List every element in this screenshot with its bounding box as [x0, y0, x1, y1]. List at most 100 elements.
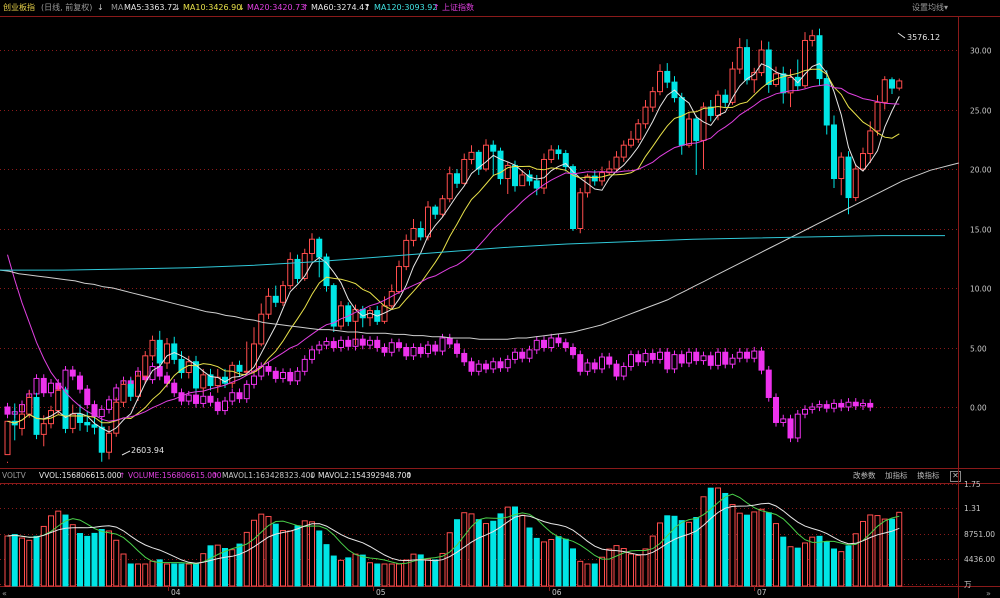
candle-body	[678, 97, 685, 146]
ref-candle	[345, 339, 352, 347]
candle-body	[896, 80, 903, 89]
price-tick-label: 15.00	[970, 226, 992, 235]
volume-bar	[533, 537, 540, 587]
candle-body	[200, 374, 207, 389]
ref-candle	[744, 351, 750, 359]
candle-body	[809, 35, 816, 41]
ref-candle	[867, 402, 874, 408]
candle-body	[722, 94, 729, 103]
volume-tick-label: 1.31	[964, 504, 981, 513]
candle-body	[280, 285, 286, 303]
volume-bar	[294, 525, 301, 587]
candle-body	[461, 158, 468, 184]
volume-bar	[222, 548, 228, 587]
volume-bar	[338, 559, 344, 587]
ref-candle	[533, 339, 540, 351]
candle-body	[388, 291, 395, 307]
ref-candle	[577, 354, 584, 372]
price-tick-label: 25.00	[970, 107, 992, 116]
scroll-right-icon[interactable]: »	[986, 589, 991, 598]
low-annotation: 2603.94	[121, 446, 164, 456]
volume-bar	[127, 563, 134, 587]
volume-tick-label: 万	[964, 580, 972, 589]
volume-bar	[707, 487, 714, 587]
price-tick-label: 10.00	[970, 285, 992, 294]
ref-candle	[794, 413, 801, 439]
candle-body	[265, 295, 272, 315]
volume-bar	[802, 542, 808, 587]
candle-body	[301, 252, 308, 279]
ref-candle	[4, 406, 11, 415]
volume-bar	[149, 560, 156, 587]
volume-bar	[577, 560, 584, 587]
ref-candle	[497, 361, 504, 369]
ref-candle	[620, 366, 627, 377]
volume-bar	[823, 541, 830, 587]
volume-bar	[243, 531, 250, 587]
volume-bar	[794, 547, 801, 587]
ref-candle	[185, 394, 192, 402]
volume-bar	[142, 563, 149, 587]
volume-bar	[504, 506, 511, 587]
volume-bar	[686, 521, 692, 587]
volume-bar	[439, 552, 446, 587]
volume-bar	[461, 512, 468, 587]
candle-body	[171, 343, 178, 360]
volume-bar	[758, 508, 765, 587]
ref-candle	[222, 400, 228, 412]
volume-bar	[410, 553, 417, 587]
date-tick-label: 06	[552, 588, 562, 597]
ref-candle	[236, 392, 243, 400]
ref-candle	[823, 404, 830, 409]
volume-bar	[236, 543, 243, 587]
volume-bar	[316, 530, 323, 587]
volume-bar	[171, 563, 178, 587]
ref-candle	[780, 418, 787, 423]
ref-candle	[475, 363, 482, 372]
ref-candle	[628, 354, 634, 368]
ma10-line	[7, 68, 900, 424]
date-tick-label: 05	[376, 588, 386, 597]
ref-candle	[635, 354, 642, 363]
candle-body	[867, 130, 874, 155]
candle-body	[845, 156, 852, 199]
ref-candle	[715, 351, 721, 366]
volume-bar	[425, 558, 431, 587]
ref-candle	[852, 401, 859, 407]
volume-bar	[867, 514, 874, 587]
volume-bar	[751, 511, 758, 587]
candle-body	[860, 153, 866, 170]
volume-bar	[91, 532, 98, 587]
candle-body	[396, 266, 402, 293]
candle-body	[715, 94, 721, 116]
volume-bar	[77, 533, 83, 587]
volume-bar	[403, 559, 410, 587]
candle-body	[519, 174, 526, 187]
scroll-left-icon[interactable]: «	[2, 589, 7, 598]
ref-candle	[686, 351, 692, 364]
volume-bar	[214, 544, 221, 587]
candle-body	[736, 47, 743, 70]
candle-body	[497, 150, 504, 180]
ref-candle	[77, 375, 83, 390]
date-axis: 04 05 06 07	[168, 586, 767, 597]
volume-bar	[570, 548, 576, 587]
ma5-line	[7, 62, 900, 433]
volume-bar	[301, 520, 308, 587]
ref-candle	[642, 352, 649, 363]
volume-bar	[396, 563, 402, 587]
ref-candle	[33, 377, 40, 395]
volume-bar	[388, 563, 395, 587]
volume-bar	[26, 539, 33, 587]
high-annotation: 3576.12	[897, 32, 940, 42]
volume-bar	[816, 535, 823, 587]
volume-bar	[120, 553, 127, 587]
volume-bar	[345, 557, 352, 587]
candle-body	[77, 413, 83, 423]
ref-candle	[758, 350, 765, 371]
candle-body	[142, 355, 149, 377]
volume-bar	[562, 538, 569, 587]
chart-canvas[interactable]: 30.00 25.00 20.00 15.00 10.00 5.00 0.00 3576.1…	[0, 0, 1000, 598]
ref-candle	[548, 337, 555, 349]
candle-body	[425, 206, 431, 238]
